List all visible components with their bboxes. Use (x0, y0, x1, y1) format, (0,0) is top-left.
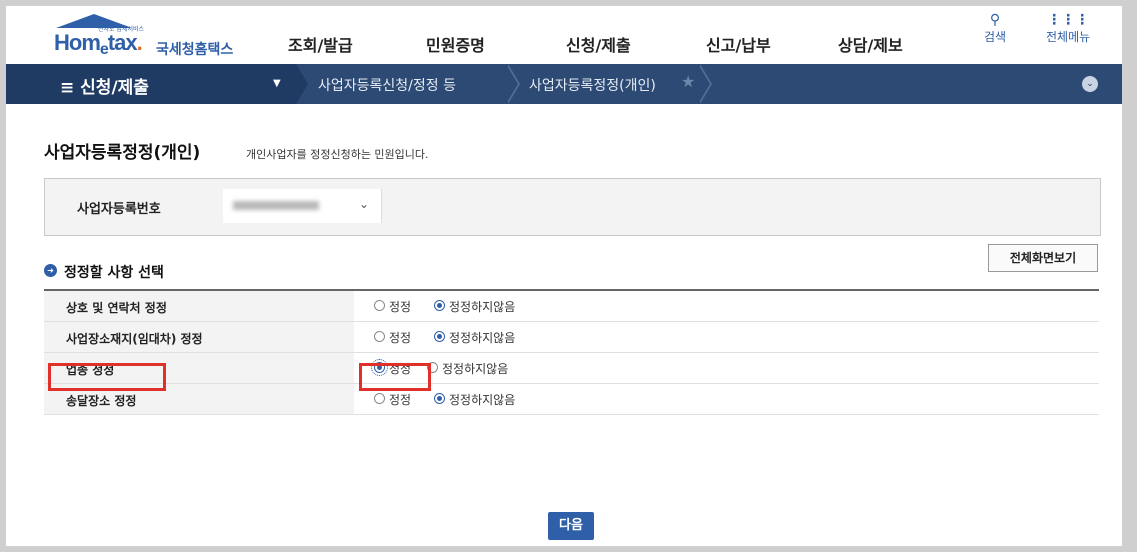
search-icon: ⚲ (989, 12, 1001, 28)
table-row: 상호 및 연락처 정정 정정 정정하지않음 (44, 291, 1099, 322)
site-header: 전자로 납세서비스 Hometax. 국세청홈택스 조회/발급 민원증명 신청/… (6, 6, 1122, 64)
radio-no-correct[interactable] (434, 331, 445, 342)
correction-options-table: 상호 및 연락처 정정 정정 정정하지않음 사업장소재지(임대차) 정정 정정 … (44, 289, 1099, 415)
row-label: 사업장소재지(임대차) 정정 (66, 332, 203, 346)
row-label-cell: 상호 및 연락처 정정 (44, 291, 354, 321)
registration-number-value-blurred (233, 201, 319, 210)
radio-correct[interactable] (374, 393, 385, 404)
logo-korean-name: 국세청홈택스 (156, 42, 234, 58)
page-title: 사업자등록정정(개인) (44, 143, 201, 163)
grid-icon: ⋮⋮⋮ (1047, 12, 1090, 28)
logo-tax-text: tax (107, 30, 138, 55)
highlight-box-radio (359, 363, 431, 391)
logo-wordmark: Hometax. (54, 30, 143, 59)
breadcrumb-separator (698, 64, 710, 104)
hometax-logo[interactable]: 전자로 납세서비스 Hometax. 국세청홈택스 (44, 12, 254, 58)
registration-number-select[interactable]: ⌄ (223, 189, 382, 223)
breadcrumb-item-registration[interactable]: 사업자등록신청/정정 등 (318, 75, 456, 95)
gnb-apply-submit[interactable]: 신청/제출 (566, 32, 631, 56)
registration-number-box: 사업자등록번호 ⌄ (44, 178, 1101, 236)
search-button[interactable]: ⚲ 검색 (984, 12, 1006, 45)
gnb-inquiry-issue[interactable]: 조회/발급 (288, 32, 353, 56)
radio-label-no-correct[interactable]: 정정하지않음 (442, 360, 508, 377)
radio-label-correct[interactable]: 정정 (389, 391, 411, 408)
table-row: 업종 정정 정정 정정하지않음 (44, 353, 1099, 384)
expand-circle-icon[interactable]: ⌄ (1082, 76, 1098, 92)
page-description: 개인사업자를 정정신청하는 민원입니다. (246, 148, 429, 161)
radio-no-correct[interactable] (434, 393, 445, 404)
logo-home-text: Hom (54, 30, 101, 55)
row-label-cell: 사업장소재지(임대차) 정정 (44, 322, 354, 352)
breadcrumb-separator (296, 64, 308, 104)
radio-no-correct[interactable] (434, 300, 445, 311)
table-row: 송달장소 정정 정정 정정하지않음 (44, 384, 1099, 415)
breadcrumb-item-current[interactable]: 사업자등록정정(개인) (529, 75, 656, 95)
search-label: 검색 (984, 30, 1007, 44)
app-frame: 전자로 납세서비스 Hometax. 국세청홈택스 조회/발급 민원증명 신청/… (6, 6, 1122, 546)
all-menu-button[interactable]: ⋮⋮⋮ 전체메뉴 (1046, 12, 1090, 45)
gnb-report-pay[interactable]: 신고/납부 (706, 32, 771, 56)
category-menu-button[interactable]: ≡ 신청/제출 ▼ (6, 64, 296, 104)
gnb-civil-certificate[interactable]: 민원증명 (426, 32, 485, 56)
registration-number-label: 사업자등록번호 (77, 202, 161, 217)
arrow-bullet-icon: ➜ (44, 264, 57, 277)
section-title: 정정할 사항 선택 (64, 265, 164, 281)
radio-label-no-correct[interactable]: 정정하지않음 (449, 391, 515, 408)
logo-dot: . (136, 30, 143, 55)
dropdown-arrow-icon: ▼ (273, 78, 281, 89)
logo-e-text: e (99, 41, 109, 58)
highlight-box-row-label (48, 363, 166, 391)
breadcrumb-separator (506, 64, 518, 104)
chevron-down-icon: ⌄ (359, 197, 370, 211)
gnb-consult-report[interactable]: 상담/제보 (838, 32, 903, 56)
favorite-star-icon[interactable]: ★ (681, 72, 695, 91)
breadcrumb-bar: ≡ 신청/제출 ▼ 사업자등록신청/정정 등 사업자등록정정(개인) ★ ⌄ (6, 64, 1122, 104)
row-label: 상호 및 연락처 정정 (66, 301, 167, 315)
radio-correct[interactable] (374, 300, 385, 311)
next-button[interactable]: 다음 (548, 512, 594, 540)
radio-label-no-correct[interactable]: 정정하지않음 (449, 298, 515, 315)
category-menu-label: ≡ 신청/제출 (60, 78, 149, 98)
radio-label-correct[interactable]: 정정 (389, 298, 411, 315)
radio-label-no-correct[interactable]: 정정하지않음 (449, 329, 515, 346)
table-row: 사업장소재지(임대차) 정정 정정 정정하지않음 (44, 322, 1099, 353)
row-label: 송달장소 정정 (66, 394, 137, 408)
all-menu-label: 전체메뉴 (1046, 30, 1091, 44)
fullscreen-view-button[interactable]: 전체화면보기 (988, 244, 1098, 272)
radio-label-correct[interactable]: 정정 (389, 329, 411, 346)
radio-correct[interactable] (374, 331, 385, 342)
